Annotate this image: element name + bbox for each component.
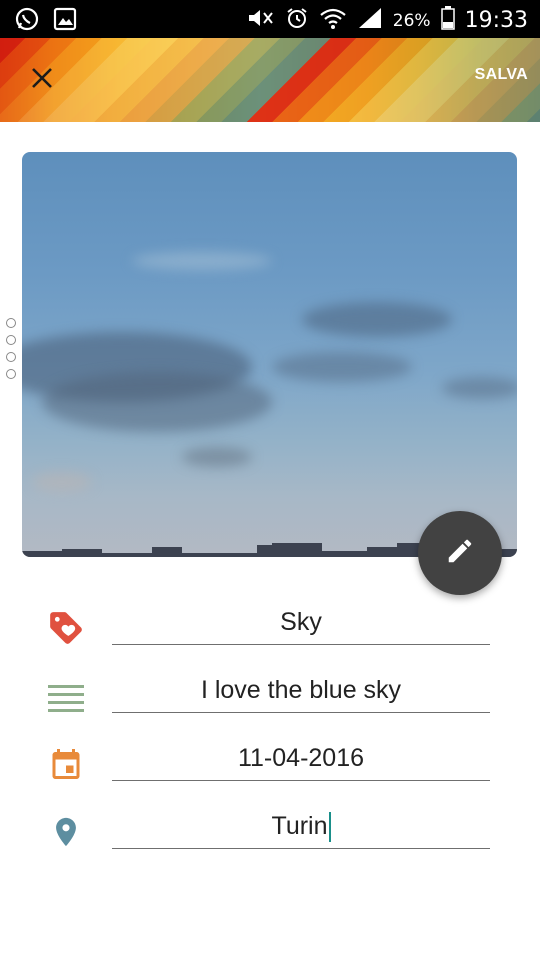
location-row: Turin <box>0 804 540 864</box>
alarm-icon <box>285 6 309 35</box>
whatsapp-icon <box>14 6 40 37</box>
gallery-icon <box>52 6 78 37</box>
date-field[interactable]: 11-04-2016 <box>112 736 490 781</box>
status-bar: 26% 19:33 <box>0 0 540 38</box>
signal-icon <box>357 6 383 35</box>
wifi-icon <box>319 6 347 35</box>
edit-fab-button[interactable] <box>418 511 502 595</box>
indicator-dot <box>6 369 16 379</box>
description-field[interactable]: I love the blue sky <box>112 668 490 713</box>
battery-percent: 26% <box>392 10 431 31</box>
location-value: Turin <box>271 812 328 840</box>
indicator-dot <box>6 335 16 345</box>
clock-time: 19:33 <box>464 8 528 33</box>
location-pin-icon <box>46 812 86 852</box>
edit-pencil-icon <box>445 536 475 571</box>
notes-lines-icon <box>46 678 86 718</box>
description-row: I love the blue sky <box>0 668 540 728</box>
indicator-dot <box>6 352 16 362</box>
tag-row: Sky <box>0 600 540 660</box>
calendar-icon <box>46 744 86 784</box>
text-caret <box>328 812 331 843</box>
toolbar: SALVA <box>0 38 540 122</box>
date-row: 11-04-2016 <box>0 736 540 796</box>
location-field[interactable]: Turin <box>112 804 490 849</box>
save-button[interactable]: SALVA <box>475 66 528 84</box>
photo-image[interactable] <box>22 152 517 557</box>
tag-heart-icon <box>46 608 86 648</box>
indicator-dot <box>6 318 16 328</box>
page-indicator <box>6 318 16 379</box>
close-icon <box>30 66 54 95</box>
tag-field[interactable]: Sky <box>112 600 490 645</box>
battery-icon <box>440 6 455 35</box>
close-button[interactable] <box>22 60 62 100</box>
mute-icon <box>245 6 275 35</box>
